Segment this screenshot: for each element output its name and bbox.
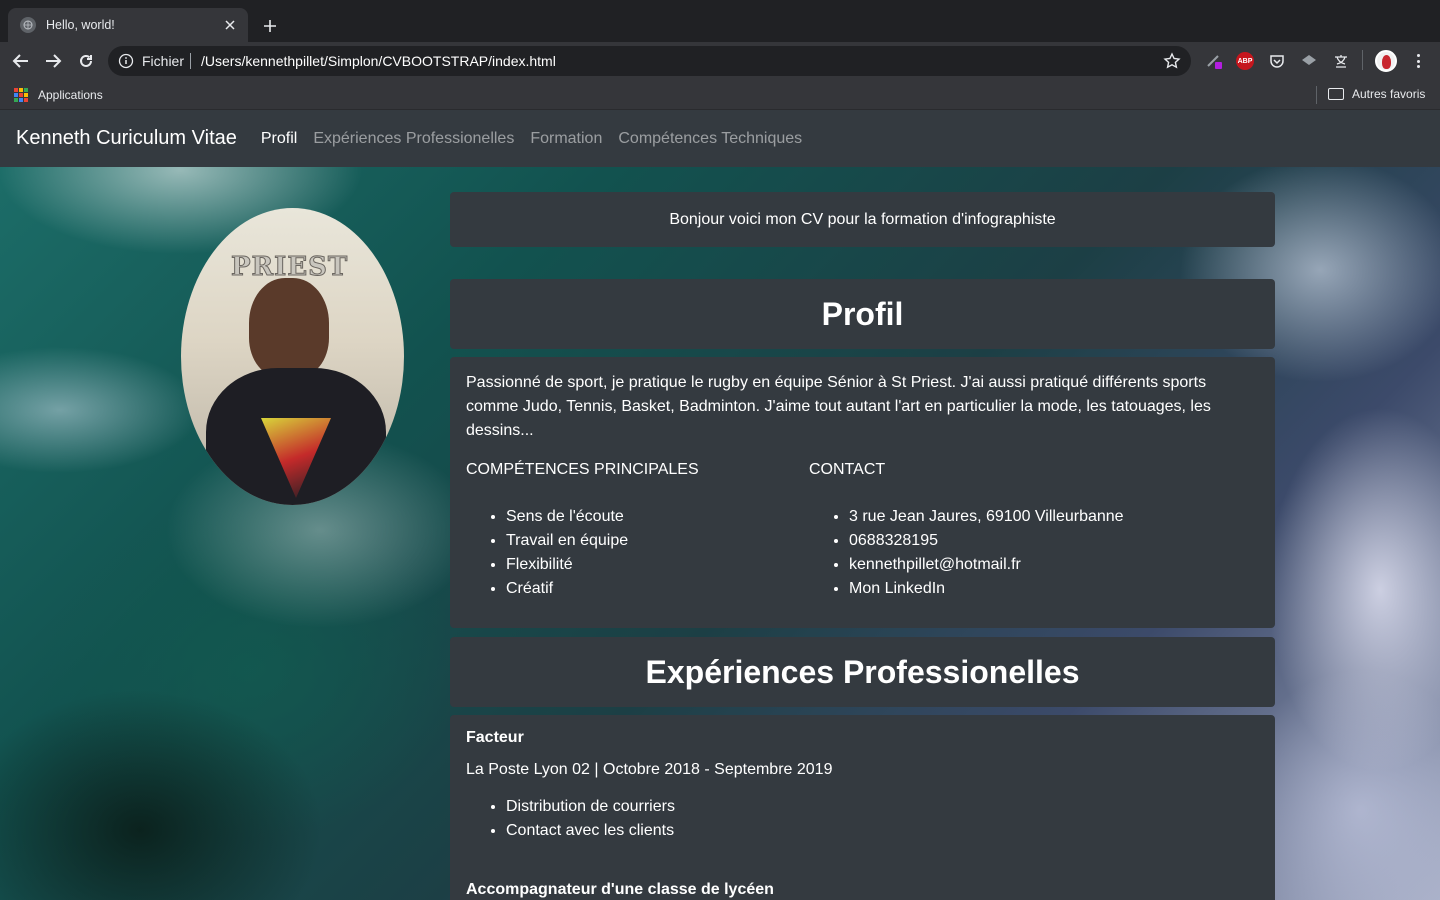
navbar-brand[interactable]: Kenneth Curiculum Vitae [16, 127, 237, 150]
contact-title: CONTACT [809, 461, 886, 478]
star-icon[interactable] [1163, 52, 1181, 70]
experiences-card: Facteur La Poste Lyon 02 | Octobre 2018 … [450, 715, 1275, 900]
intro-card: Bonjour voici mon CV pour la formation d… [450, 192, 1275, 247]
browser-toolbar: Fichier /Users/kennethpillet/Simplon/CVB… [0, 42, 1440, 80]
profil-paragraph: Passionné de sport, je pratique le rugby… [466, 374, 1211, 439]
new-tab-icon[interactable] [258, 14, 282, 38]
address-separator [190, 53, 192, 69]
list-item: Créatif [506, 577, 699, 601]
layers-icon[interactable] [1300, 52, 1318, 70]
browser-tab[interactable]: Hello, world! [8, 8, 248, 42]
profile-photo: PRIEST [181, 208, 404, 505]
list-item: Sens de l'écoute [506, 505, 699, 529]
contact-linkedin-link[interactable]: Mon LinkedIn [849, 577, 1124, 601]
tab-title: Hello, world! [46, 18, 115, 32]
profil-card: Passionné de sport, je pratique le rugby… [450, 357, 1275, 628]
profile-avatar-icon[interactable] [1375, 50, 1397, 72]
translate-icon[interactable] [1332, 52, 1350, 70]
adblock-icon[interactable]: ABP [1236, 52, 1254, 70]
job-meta: La Poste Lyon 02 | Octobre 2018 - Septem… [466, 761, 833, 778]
experiences-heading: Expériences Professionelles [450, 637, 1275, 707]
bookmarks-bar: Applications Autres favoris [0, 80, 1440, 110]
toolbar-separator [1362, 50, 1363, 70]
list-item: Flexibilité [506, 553, 699, 577]
bookmark-apps[interactable]: Applications [14, 88, 103, 102]
contact-column: CONTACT 3 rue Jean Jaures, 69100 Villeur… [809, 461, 1124, 601]
skills-list: Sens de l'écoute Travail en équipe Flexi… [466, 505, 699, 601]
menu-kebab-icon[interactable] [1410, 52, 1426, 70]
list-item: Contact avec les clients [506, 819, 1259, 843]
nav-link-profil[interactable]: Profil [261, 130, 297, 148]
close-tab-icon[interactable] [222, 17, 238, 33]
skills-column: COMPÉTENCES PRINCIPALES Sens de l'écoute… [466, 461, 699, 601]
job-title: Facteur [466, 729, 524, 746]
site-navbar: Kenneth Curiculum Vitae Profil Expérienc… [0, 110, 1440, 167]
address-bar[interactable]: Fichier /Users/kennethpillet/Simplon/CVB… [108, 46, 1191, 76]
tab-strip: Hello, world! [0, 0, 1440, 42]
bookmark-other-favorites[interactable]: Autres favoris [1328, 87, 1425, 101]
bookmarks-separator [1316, 86, 1317, 104]
job-tasks-list: Distribution de courriers Contact avec l… [466, 795, 1259, 843]
nav-link-experiences[interactable]: Expériences Professionelles [313, 130, 514, 148]
page-viewport: Kenneth Curiculum Vitae Profil Expérienc… [0, 110, 1440, 900]
nav-link-formation[interactable]: Formation [530, 130, 602, 148]
scheme-label: Fichier [142, 53, 185, 69]
bookmark-other-label: Autres favoris [1352, 87, 1426, 101]
pocket-icon[interactable] [1268, 52, 1286, 70]
contact-list: 3 rue Jean Jaures, 69100 Villeurbanne 06… [809, 505, 1124, 601]
photo-face [249, 278, 329, 378]
list-item: Distribution de courriers [506, 795, 1259, 819]
contact-email[interactable]: kennethpillet@hotmail.fr [849, 553, 1124, 577]
back-arrow-icon[interactable] [10, 50, 32, 72]
folder-icon [1328, 88, 1344, 100]
info-icon[interactable] [118, 53, 134, 69]
forward-arrow-icon[interactable] [42, 50, 64, 72]
list-item: Travail en équipe [506, 529, 699, 553]
contact-phone: 0688328195 [849, 529, 1124, 553]
profil-heading: Profil [450, 279, 1275, 349]
reload-icon[interactable] [75, 50, 97, 72]
skills-title: COMPÉTENCES PRINCIPALES [466, 461, 699, 478]
url-text[interactable]: /Users/kennethpillet/Simplon/CVBOOTSTRAP… [201, 53, 1163, 69]
nav-link-competences[interactable]: Compétences Techniques [618, 130, 802, 148]
pencil-extension-icon[interactable] [1205, 52, 1223, 70]
contact-address: 3 rue Jean Jaures, 69100 Villeurbanne [849, 505, 1124, 529]
globe-icon [20, 17, 36, 33]
job-title-2: Accompagnateur d'une classe de lycéen [466, 881, 774, 898]
apps-grid-icon [14, 88, 28, 102]
bookmark-apps-label: Applications [38, 88, 103, 102]
